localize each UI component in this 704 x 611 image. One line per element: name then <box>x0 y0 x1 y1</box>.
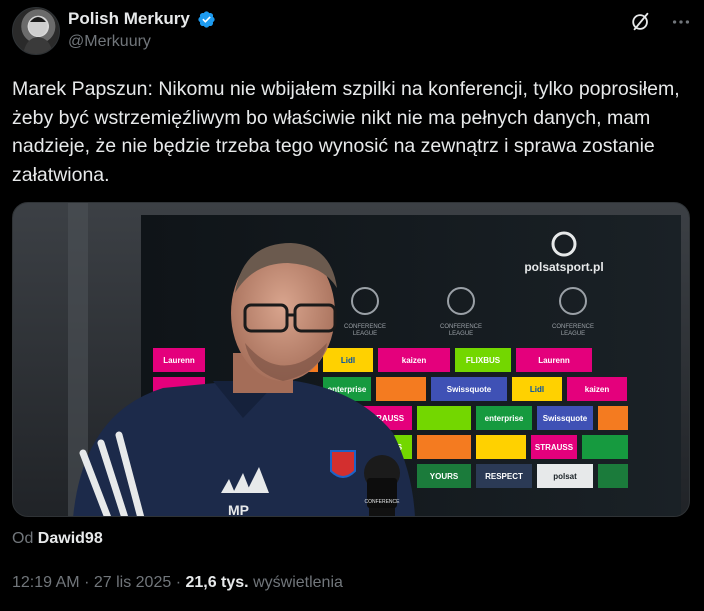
meta-separator: · <box>84 574 90 591</box>
svg-text:Swissquote: Swissquote <box>543 414 588 423</box>
attribution-prefix: Od <box>12 530 34 547</box>
svg-text:Lidl: Lidl <box>341 356 355 365</box>
more-dots-icon[interactable] <box>670 11 692 33</box>
svg-text:LEAGUE: LEAGUE <box>561 331 585 337</box>
svg-text:Laurenn: Laurenn <box>538 356 570 365</box>
svg-text:Swissquote: Swissquote <box>447 385 492 394</box>
svg-text:CONFERENCE: CONFERENCE <box>364 499 400 505</box>
grok-icon[interactable] <box>630 11 652 33</box>
svg-text:CONFERENCE: CONFERENCE <box>344 324 386 330</box>
svg-text:kaizen: kaizen <box>585 385 610 394</box>
svg-text:FLIXBUS: FLIXBUS <box>466 356 501 365</box>
profile-avatar[interactable] <box>12 7 60 55</box>
svg-text:Lidl: Lidl <box>530 385 544 394</box>
tweet-time[interactable]: 12:19 AM <box>12 574 80 591</box>
svg-text:kaizen: kaizen <box>402 356 427 365</box>
views-count: 21,6 tys. <box>185 574 249 591</box>
meta-separator-2: · <box>175 574 182 591</box>
author-name-block: Polish Merkury @Merkuury <box>68 9 216 51</box>
header-actions <box>616 11 692 33</box>
polsat-watermark: polsatsport.pl <box>524 260 603 274</box>
svg-text:STRAUSS: STRAUSS <box>535 443 574 452</box>
tweet-media-image[interactable]: CONFERENCE CONFERENCE CONFERENCE LEAGUE LEA… <box>12 202 690 517</box>
svg-text:polsat: polsat <box>553 472 577 481</box>
svg-text:enterprise: enterprise <box>485 414 524 423</box>
tweet-header: Polish Merkury @Merkuury <box>12 7 692 57</box>
svg-text:Laurenn: Laurenn <box>163 356 195 365</box>
svg-text:LEAGUE: LEAGUE <box>353 331 377 337</box>
svg-text:CONFERENCE: CONFERENCE <box>440 324 482 330</box>
tweet-meta: 12:19 AM · 27 lis 2025 · 21,6 tys. wyświ… <box>12 574 343 592</box>
svg-text:CONFERENCE: CONFERENCE <box>552 324 594 330</box>
interview-photo: CONFERENCE CONFERENCE CONFERENCE LEAGUE LEA… <box>13 203 689 517</box>
attribution-name[interactable]: Dawid98 <box>38 530 103 547</box>
avatar-image <box>23 16 53 54</box>
jacket-initials: MP <box>228 502 249 517</box>
svg-text:YOURS: YOURS <box>430 472 459 481</box>
svg-text:LEAGUE: LEAGUE <box>449 331 473 337</box>
svg-text:RESPECT: RESPECT <box>485 472 523 481</box>
verified-badge-icon <box>198 10 215 28</box>
tweet-text: Marek Papszun: Nikomu nie wbijałem szpil… <box>12 78 680 186</box>
views-label: wyświetlenia <box>253 574 343 591</box>
attribution-line: Od Dawid98 <box>12 530 103 548</box>
author-handle[interactable]: @Merkuury <box>68 33 216 51</box>
tweet-date[interactable]: 27 lis 2025 <box>94 574 171 591</box>
author-display-name[interactable]: Polish Merkury <box>68 9 190 29</box>
